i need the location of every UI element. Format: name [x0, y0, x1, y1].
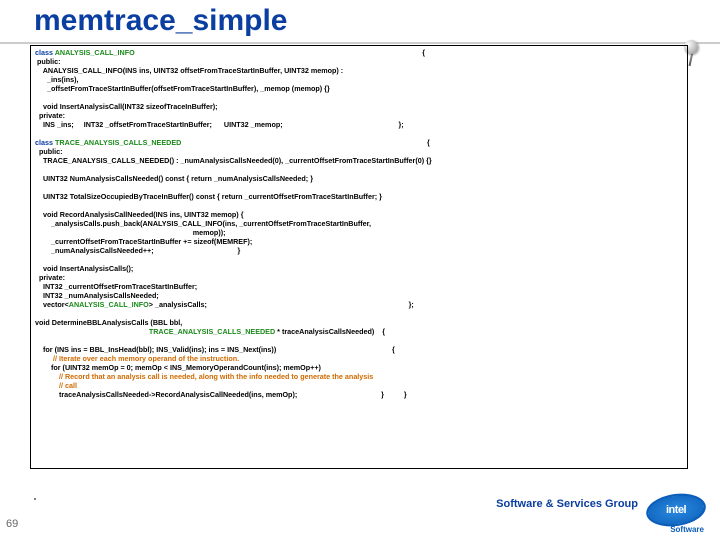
- code-text: {: [181, 138, 429, 147]
- code-text: public:: [35, 147, 63, 156]
- code-text: traceAnalysisCallsNeeded->RecordAnalysis…: [35, 390, 407, 399]
- code-text: void InsertAnalysisCalls();: [35, 264, 133, 273]
- code-text: for (UINT32 memOp = 0; memOp < INS_Memor…: [35, 363, 321, 372]
- code-text: [35, 327, 149, 336]
- bullet-icon: [34, 498, 36, 500]
- code-text: void InsertAnalysisCall(INT32 sizeofTrac…: [35, 102, 218, 111]
- code-text: _analysisCalls.push_back(ANALYSIS_CALL_I…: [35, 219, 371, 228]
- code-text: memop));: [35, 228, 226, 237]
- logo-subtext: Software: [670, 525, 704, 534]
- code-text: _numAnalysisCallsNeeded++; }: [35, 246, 240, 255]
- code-text: _ins(ins),: [35, 75, 79, 84]
- code-text: * traceAnalysisCallsNeeded) {: [275, 327, 385, 336]
- code-text: UINT32 NumAnalysisCallsNeeded() const { …: [35, 174, 313, 183]
- code-comment: // Iterate over each memory operand of t…: [35, 354, 239, 363]
- code-text: void DetermineBBLAnalysisCalls (BBL bbl,: [35, 318, 182, 327]
- code-classname: TRACE_ANALYSIS_CALLS_NEEDED: [149, 327, 275, 336]
- intel-logo-icon: intel Software: [644, 490, 706, 532]
- slide: memtrace_simple class ANALYSIS_CALL_INFO: [0, 0, 720, 540]
- slide-number: 69: [6, 518, 18, 530]
- code-classname: TRACE_ANALYSIS_CALLS_NEEDED: [55, 138, 181, 147]
- code-text: TRACE_ANALYSIS_CALLS_NEEDED() : _numAnal…: [35, 156, 432, 165]
- code-text: INT32 _currentOffsetFromTraceStartInBuff…: [35, 282, 197, 291]
- code-text: _currentOffsetFromTraceStartInBuffer += …: [35, 237, 252, 246]
- code-text: UINT32 TotalSizeOccupiedByTraceInBuffer(…: [35, 192, 382, 201]
- code-text: for (INS ins = BBL_InsHead(bbl); INS_Val…: [35, 345, 395, 354]
- code-text: INT32 _numAnalysisCallsNeeded;: [35, 291, 159, 300]
- code-comment: // Record that an analysis call is neede…: [35, 372, 373, 381]
- code-text: private:: [35, 111, 65, 120]
- slide-title: memtrace_simple: [34, 4, 287, 38]
- code-keyword: class: [35, 48, 55, 57]
- code-text: {: [135, 48, 425, 57]
- code-comment: // call: [35, 381, 77, 390]
- code-text: > _analysisCalls; };: [149, 300, 414, 309]
- logo-text: intel: [666, 504, 686, 516]
- code-text: ANALYSIS_CALL_INFO(INS ins, UINT32 offse…: [35, 66, 343, 75]
- code-text: public:: [35, 57, 61, 66]
- code-text: private:: [35, 273, 65, 282]
- code-text: void RecordAnalysisCallNeeded(INS ins, U…: [35, 210, 244, 219]
- code-block: class ANALYSIS_CALL_INFO { public: ANALY…: [30, 45, 688, 469]
- code-text: _offsetFromTraceStartInBuffer(offsetFrom…: [35, 84, 330, 93]
- code-text: INS _ins; INT32 _offsetFromTraceStartInB…: [35, 120, 404, 129]
- code-text: vector<: [35, 300, 69, 309]
- code-classname: ANALYSIS_CALL_INFO: [69, 300, 149, 309]
- footer-text: Software & Services Group: [496, 498, 638, 510]
- code-classname: ANALYSIS_CALL_INFO: [55, 48, 135, 57]
- title-underline: [0, 42, 720, 44]
- code-keyword: class: [35, 138, 55, 147]
